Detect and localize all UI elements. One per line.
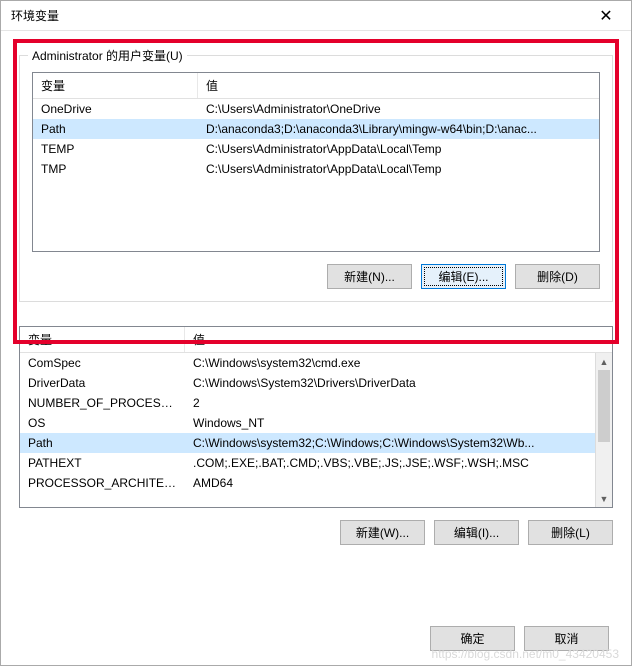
system-edit-button[interactable]: 编辑(I)... <box>434 520 519 545</box>
cell-var: TEMP <box>33 142 198 156</box>
system-vars-group: 变量 值 ComSpecC:\Windows\system32\cmd.exeD… <box>19 316 613 545</box>
cancel-button[interactable]: 取消 <box>524 626 609 651</box>
user-vars-group: Administrator 的用户变量(U) 变量 值 OneDriveC:\U… <box>19 55 613 302</box>
env-vars-dialog: 环境变量 ✕ Administrator 的用户变量(U) 变量 值 OneDr… <box>0 0 632 666</box>
user-vars-table[interactable]: 变量 值 OneDriveC:\Users\Administrator\OneD… <box>32 72 600 252</box>
cell-val: C:\Users\Administrator\AppData\Local\Tem… <box>198 142 599 156</box>
table-row[interactable]: OSWindows_NT <box>20 413 612 433</box>
scroll-thumb[interactable] <box>598 370 610 442</box>
window-title: 环境变量 <box>11 7 585 24</box>
ok-button[interactable]: 确定 <box>430 626 515 651</box>
user-vars-label: Administrator 的用户变量(U) <box>28 47 187 64</box>
table-row[interactable]: ComSpecC:\Windows\system32\cmd.exe <box>20 353 612 373</box>
cell-var: PATHEXT <box>20 456 185 470</box>
system-vars-header: 变量 值 <box>20 327 612 353</box>
cell-val: 2 <box>185 396 612 410</box>
cell-var: PROCESSOR_ARCHITECT... <box>20 476 185 490</box>
scroll-track[interactable] <box>596 370 612 490</box>
scroll-up-icon[interactable]: ▲ <box>596 353 612 370</box>
col-header-var[interactable]: 变量 <box>20 327 185 352</box>
table-row[interactable]: PATHEXT.COM;.EXE;.BAT;.CMD;.VBS;.VBE;.JS… <box>20 453 612 473</box>
cell-var: OS <box>20 416 185 430</box>
col-header-val[interactable]: 值 <box>185 327 612 352</box>
table-row[interactable]: DriverDataC:\Windows\System32\Drivers\Dr… <box>20 373 612 393</box>
system-vars-buttons: 新建(W)... 编辑(I)... 删除(L) <box>19 520 613 545</box>
user-new-button[interactable]: 新建(N)... <box>327 264 412 289</box>
system-new-button[interactable]: 新建(W)... <box>340 520 425 545</box>
cell-val: D:\anaconda3;D:\anaconda3\Library\mingw-… <box>198 122 599 136</box>
cell-val: C:\Windows\system32;C:\Windows;C:\Window… <box>185 436 612 450</box>
cell-var: DriverData <box>20 376 185 390</box>
cell-val: C:\Windows\System32\Drivers\DriverData <box>185 376 612 390</box>
table-row[interactable]: NUMBER_OF_PROCESSORS2 <box>20 393 612 413</box>
cell-val: C:\Users\Administrator\AppData\Local\Tem… <box>198 162 599 176</box>
titlebar: 环境变量 ✕ <box>1 1 631 31</box>
cell-val: Windows_NT <box>185 416 612 430</box>
cell-val: C:\Windows\system32\cmd.exe <box>185 356 612 370</box>
cell-var: Path <box>20 436 185 450</box>
table-row[interactable]: TEMPC:\Users\Administrator\AppData\Local… <box>33 139 599 159</box>
user-delete-button[interactable]: 删除(D) <box>515 264 600 289</box>
dialog-footer: 确定 取消 <box>19 614 613 651</box>
system-vars-scrollbar[interactable]: ▲ ▼ <box>595 353 612 507</box>
cell-var: TMP <box>33 162 198 176</box>
cell-var: OneDrive <box>33 102 198 116</box>
user-vars-header: 变量 值 <box>33 73 599 99</box>
close-icon[interactable]: ✕ <box>585 2 627 30</box>
table-row[interactable]: OneDriveC:\Users\Administrator\OneDrive <box>33 99 599 119</box>
col-header-var[interactable]: 变量 <box>33 73 198 98</box>
dialog-content: Administrator 的用户变量(U) 变量 值 OneDriveC:\U… <box>1 31 631 665</box>
user-vars-buttons: 新建(N)... 编辑(E)... 删除(D) <box>32 264 600 289</box>
scroll-down-icon[interactable]: ▼ <box>596 490 612 507</box>
system-delete-button[interactable]: 删除(L) <box>528 520 613 545</box>
table-row[interactable]: TMPC:\Users\Administrator\AppData\Local\… <box>33 159 599 179</box>
table-row[interactable]: PROCESSOR_ARCHITECT...AMD64 <box>20 473 612 493</box>
user-edit-button[interactable]: 编辑(E)... <box>421 264 506 289</box>
cell-val: .COM;.EXE;.BAT;.CMD;.VBS;.VBE;.JS;.JSE;.… <box>185 456 612 470</box>
table-row[interactable]: PathC:\Windows\system32;C:\Windows;C:\Wi… <box>20 433 612 453</box>
system-vars-table[interactable]: 变量 值 ComSpecC:\Windows\system32\cmd.exeD… <box>19 326 613 508</box>
cell-var: ComSpec <box>20 356 185 370</box>
cell-val: AMD64 <box>185 476 612 490</box>
cell-val: C:\Users\Administrator\OneDrive <box>198 102 599 116</box>
cell-var: NUMBER_OF_PROCESSORS <box>20 396 185 410</box>
col-header-val[interactable]: 值 <box>198 73 599 98</box>
cell-var: Path <box>33 122 198 136</box>
table-row[interactable]: PathD:\anaconda3;D:\anaconda3\Library\mi… <box>33 119 599 139</box>
